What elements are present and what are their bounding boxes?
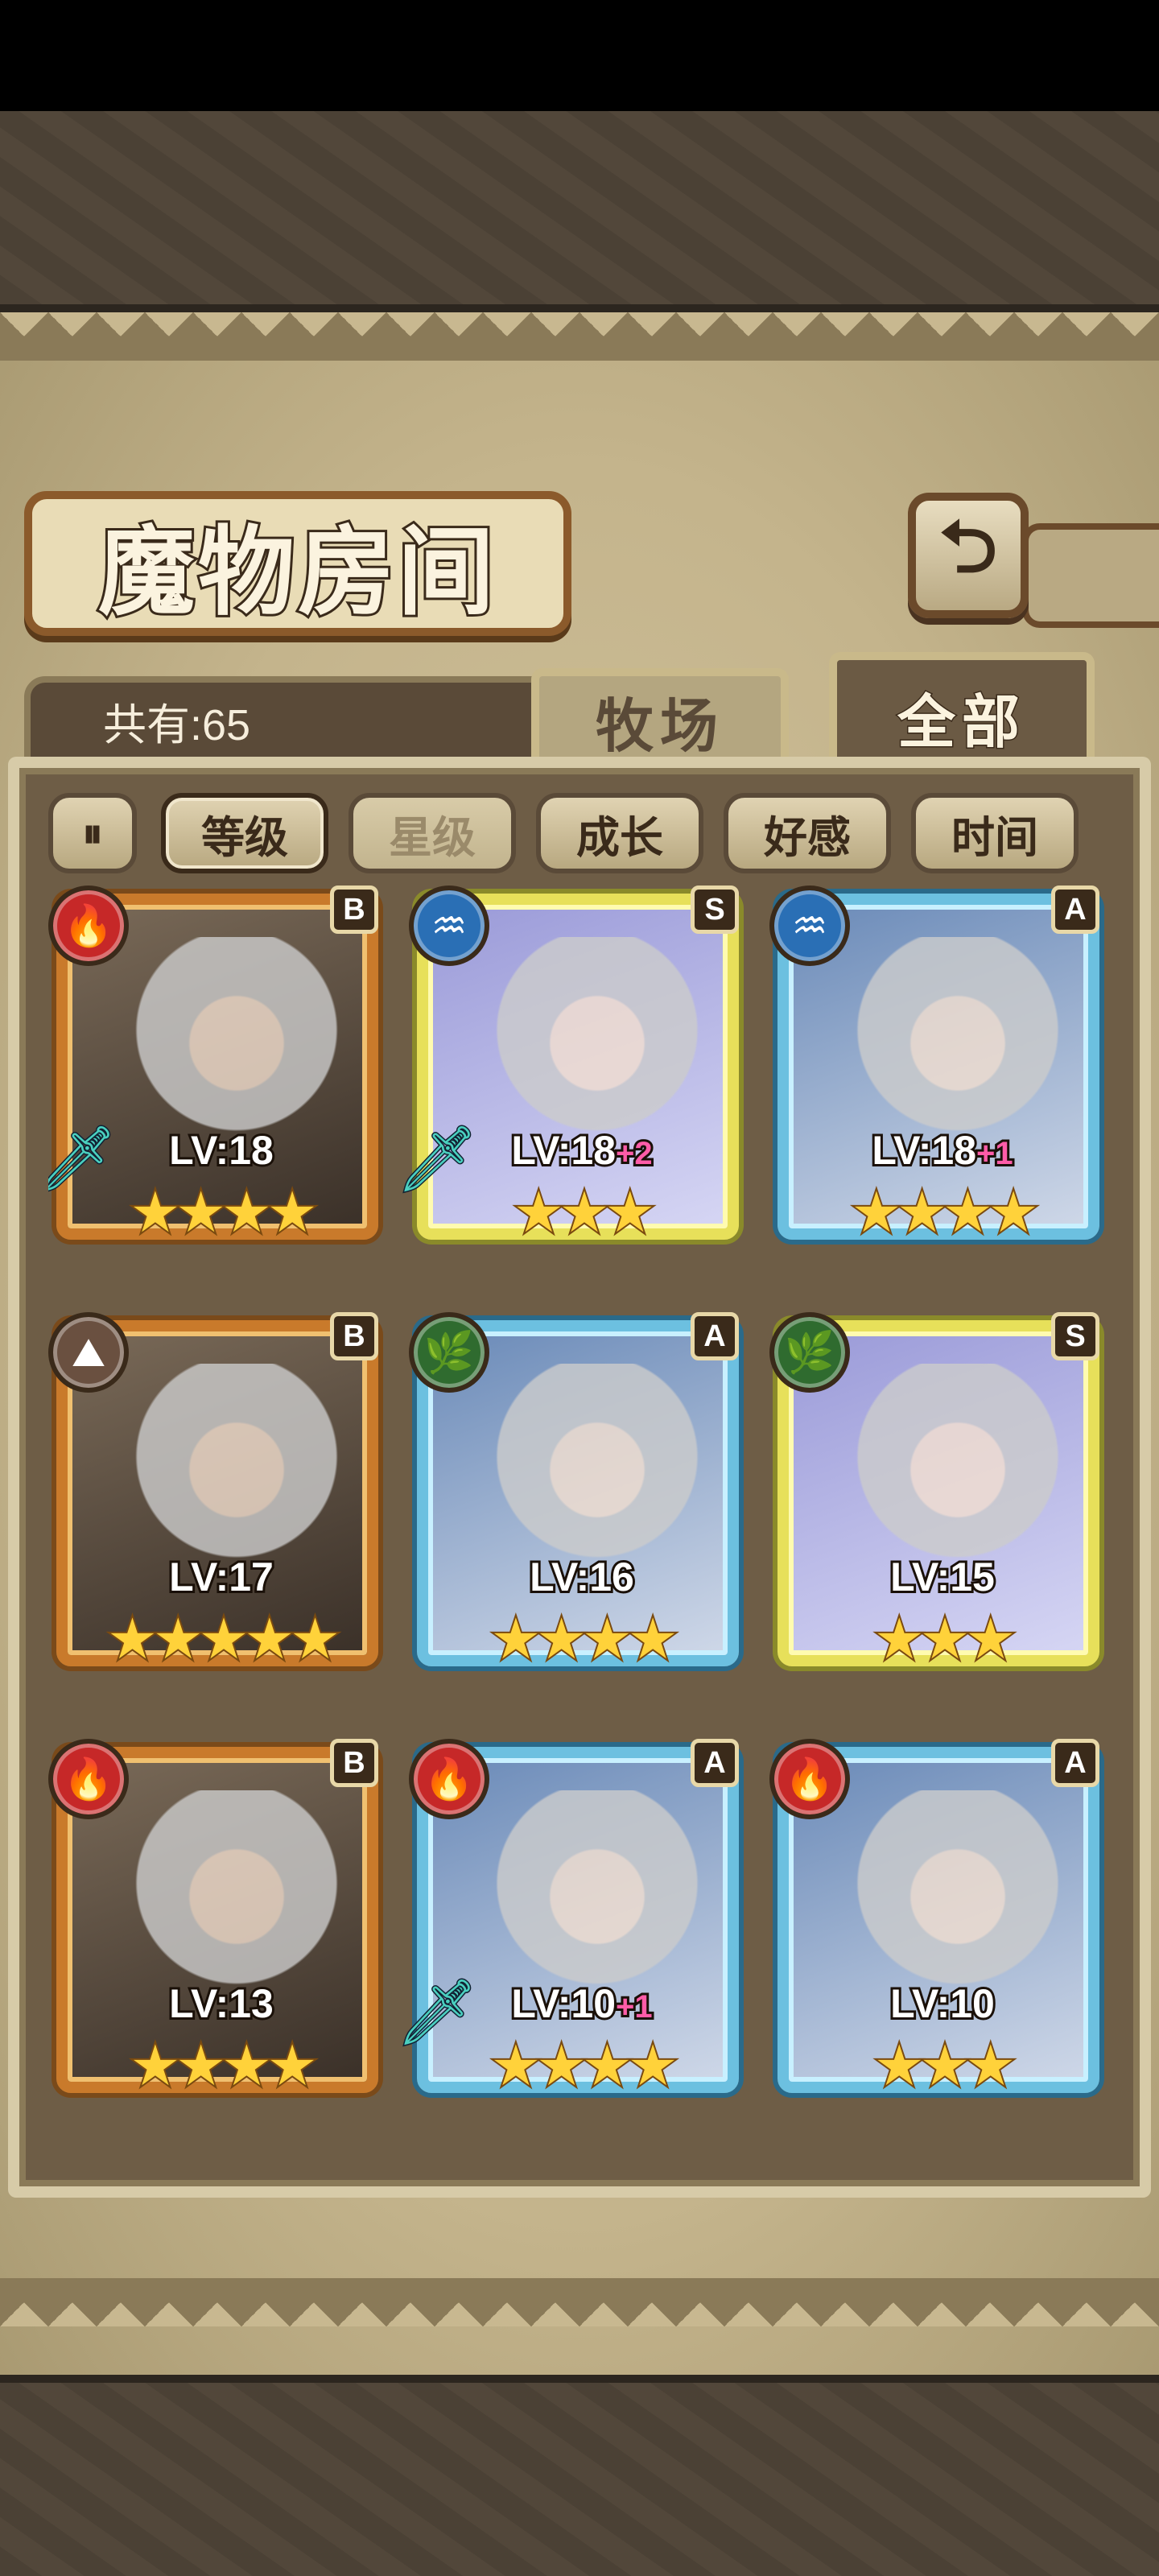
zigzag-border-top bbox=[0, 312, 1159, 361]
fire-element-icon: 🔥 bbox=[48, 886, 129, 966]
sort-filter-row: ⏸ 等级 星级 成长 好感 时间 bbox=[48, 789, 1095, 877]
rarity-badge: A bbox=[1051, 1739, 1099, 1787]
monster-count: 共有:65 bbox=[24, 676, 539, 765]
level-text: LV:10 bbox=[888, 1979, 997, 2029]
monster-card[interactable]: S ♒ 🗡 LV:18+2 ★★★ bbox=[395, 886, 739, 1264]
monster-level: LV:10 bbox=[769, 1979, 1111, 2029]
monster-grid: B 🔥 🗡 LV:18 ★★★★ S ♒ 🗡 LV:18+2 ★★★ A ♒ LV:18+1 ★★★★ B ⛰… bbox=[48, 886, 1111, 2157]
star-rating: ★★★★ bbox=[489, 1604, 679, 1674]
monster-card[interactable]: B ⛰ LV:17 ★★★★★ bbox=[48, 1312, 378, 1690]
monster-count-label: 共有:65 bbox=[103, 700, 251, 749]
map-background-bottom bbox=[0, 2375, 1159, 2576]
monster-level: LV:13 bbox=[48, 1979, 394, 2029]
rarity-badge: B bbox=[330, 1739, 378, 1787]
level-text: LV:13 bbox=[167, 1979, 276, 2029]
monster-level: LV:17 bbox=[48, 1552, 394, 1602]
fire-element-icon: 🔥 bbox=[409, 1739, 489, 1819]
level-bonus: +1 bbox=[613, 1987, 655, 2027]
monster-level: LV:18 bbox=[48, 1125, 394, 1175]
level-text: LV:15 bbox=[888, 1552, 997, 1602]
sort-time-label: 时间 bbox=[951, 811, 1038, 863]
level-text: LV:18 bbox=[509, 1125, 618, 1175]
sort-affection-button[interactable]: 好感 bbox=[724, 793, 891, 873]
back-rail bbox=[1022, 523, 1159, 628]
monster-level: LV:15 bbox=[769, 1552, 1111, 1602]
star-rating: ★★★ bbox=[872, 2031, 1017, 2100]
monster-level: LV:16 bbox=[409, 1552, 755, 1602]
sort-level-button[interactable]: 等级 bbox=[161, 793, 328, 873]
level-text: LV:16 bbox=[527, 1552, 637, 1602]
star-rating: ★★★ bbox=[512, 1178, 657, 1247]
monster-level: LV:10+1 bbox=[409, 1979, 755, 2029]
fire-element-icon: 🔥 bbox=[769, 1739, 850, 1819]
star-rating: ★★★★ bbox=[128, 1178, 319, 1247]
sort-time-button[interactable]: 时间 bbox=[911, 793, 1079, 873]
level-bonus: +2 bbox=[613, 1133, 655, 1174]
level-text: LV:17 bbox=[167, 1552, 276, 1602]
back-button[interactable]: ⮌ bbox=[908, 493, 1029, 618]
earth-element-icon: ⛰ bbox=[48, 1312, 129, 1393]
level-bonus: +1 bbox=[974, 1133, 1016, 1174]
rarity-badge: S bbox=[691, 886, 739, 934]
star-rating: ★★★ bbox=[872, 1604, 1017, 1674]
star-rating: ★★★★ bbox=[849, 1178, 1040, 1247]
pause-toggle-icon: ⏸ bbox=[82, 809, 103, 857]
sort-growth-button[interactable]: 成长 bbox=[536, 793, 703, 873]
sort-star-label: 星级 bbox=[389, 811, 476, 863]
level-text: LV:18 bbox=[167, 1125, 276, 1175]
sort-growth-label: 成长 bbox=[576, 811, 663, 863]
back-arrow-icon: ⮌ bbox=[938, 504, 998, 589]
star-rating: ★★★★ bbox=[128, 2031, 319, 2100]
leaf-element-icon: 🌿 bbox=[769, 1312, 850, 1393]
monster-card[interactable]: A 🌿 LV:16 ★★★★ bbox=[409, 1312, 739, 1690]
sort-affection-label: 好感 bbox=[764, 811, 851, 863]
status-bar bbox=[0, 0, 1159, 111]
sort-star-button[interactable]: 星级 bbox=[349, 793, 516, 873]
tab-all-label: 全部 bbox=[896, 686, 1026, 757]
monster-card[interactable]: B 🔥 🗡 LV:18 ★★★★ bbox=[48, 886, 378, 1264]
star-rating: ★★★★★ bbox=[105, 1604, 342, 1674]
monster-level: LV:18+2 bbox=[409, 1125, 755, 1175]
level-text: LV:10 bbox=[509, 1979, 618, 2029]
rarity-badge: B bbox=[330, 1312, 378, 1360]
zigzag-border-bottom bbox=[0, 2278, 1159, 2326]
rarity-badge: A bbox=[691, 1312, 739, 1360]
monster-card[interactable]: B 🔥 LV:13 ★★★★ bbox=[48, 1739, 378, 2117]
rarity-badge: S bbox=[1051, 1312, 1099, 1360]
fire-element-icon: 🔥 bbox=[48, 1739, 129, 1819]
sort-level-label: 等级 bbox=[201, 811, 288, 863]
water-element-icon: ♒ bbox=[769, 886, 850, 966]
sort-toggle-button[interactable]: ⏸ bbox=[48, 793, 137, 873]
map-background-top bbox=[0, 111, 1159, 312]
star-rating: ★★★★ bbox=[489, 2031, 679, 2100]
monster-card[interactable]: A 🔥 LV:10 ★★★ bbox=[769, 1739, 1099, 2117]
tab-ranch[interactable]: 牧场 bbox=[531, 668, 789, 765]
rarity-badge: A bbox=[1051, 886, 1099, 934]
rarity-badge: A bbox=[691, 1739, 739, 1787]
rarity-badge: B bbox=[330, 886, 378, 934]
water-element-icon: ♒ bbox=[409, 886, 489, 966]
leaf-element-icon: 🌿 bbox=[409, 1312, 489, 1393]
title-plate: 魔物房间 bbox=[24, 491, 571, 636]
monster-card[interactable]: S 🌿 LV:15 ★★★ bbox=[769, 1312, 1099, 1690]
tab-ranch-label: 牧场 bbox=[595, 691, 724, 760]
page-title: 魔物房间 bbox=[96, 513, 497, 631]
monster-level: LV:18+1 bbox=[769, 1125, 1111, 1175]
monster-card[interactable]: A 🔥 🗡 LV:10+1 ★★★★ bbox=[395, 1739, 739, 2117]
level-text: LV:18 bbox=[869, 1125, 979, 1175]
tab-all[interactable]: 全部 bbox=[829, 652, 1095, 773]
monster-card[interactable]: A ♒ LV:18+1 ★★★★ bbox=[769, 886, 1099, 1264]
